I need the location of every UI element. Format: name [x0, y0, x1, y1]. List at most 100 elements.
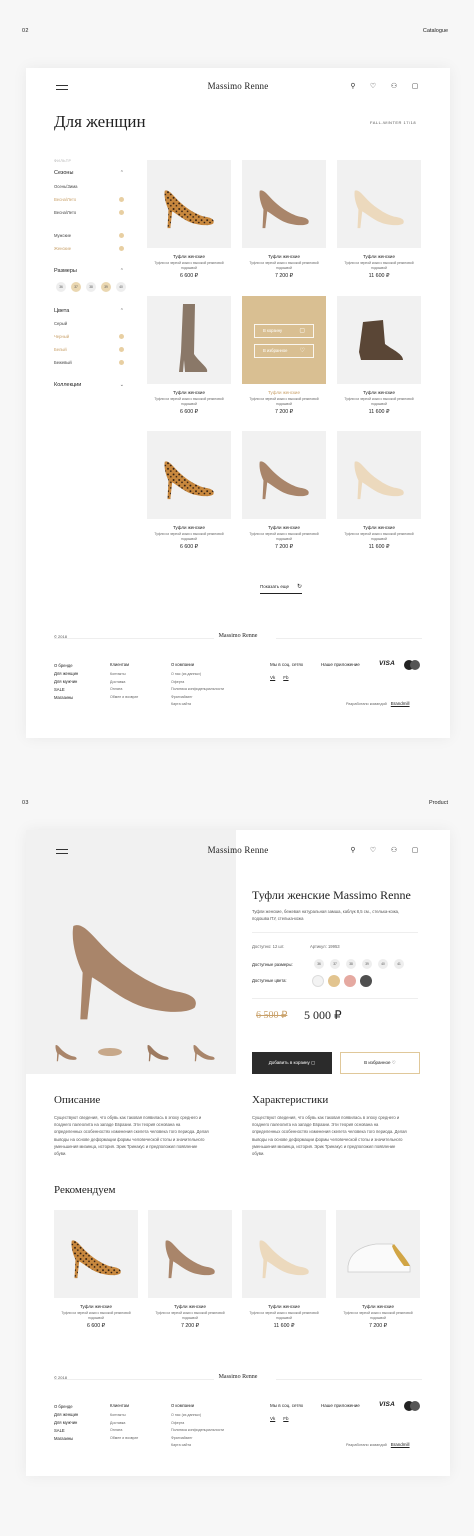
- add-to-favorites-button[interactable]: В избранное ♡: [254, 344, 314, 358]
- brand-logo[interactable]: Massimo Renne: [178, 81, 298, 91]
- footer-logo[interactable]: Massimo Renne: [198, 1374, 278, 1380]
- product-image[interactable]: [242, 431, 326, 519]
- product-image[interactable]: [337, 160, 421, 248]
- footer-link[interactable]: Франчайзинг: [171, 694, 224, 702]
- user-icon[interactable]: ⚇: [389, 846, 399, 856]
- filter-sizes[interactable]: Размеры ⌃: [54, 268, 124, 274]
- heart-icon[interactable]: ♡: [368, 846, 378, 856]
- footer-link[interactable]: Обмен и возврат: [110, 694, 138, 702]
- show-more-button[interactable]: Показать еще ↻: [260, 583, 303, 594]
- filter-option-active[interactable]: Весна/Лето: [54, 197, 124, 202]
- fb-link[interactable]: Fb: [283, 675, 288, 680]
- product-image[interactable]: [147, 431, 231, 519]
- footer-link[interactable]: Карта сайта: [171, 701, 224, 709]
- thumbnail[interactable]: [190, 1038, 218, 1062]
- footer-link[interactable]: Для мужчин: [54, 678, 78, 686]
- thumbnail[interactable]: [144, 1038, 172, 1062]
- product-image[interactable]: [242, 1210, 326, 1298]
- footer-link[interactable]: Оплата: [110, 686, 138, 694]
- size-chip[interactable]: 37: [330, 959, 340, 969]
- size-chip[interactable]: 37: [71, 282, 81, 292]
- footer-link[interactable]: Оплата: [110, 1427, 138, 1435]
- brand-logo[interactable]: Massimo Renne: [178, 845, 298, 855]
- filter-option[interactable]: Мужские: [54, 233, 124, 238]
- thumbnail[interactable]: [96, 1038, 124, 1062]
- footer-link[interactable]: Политика конфиденциальности: [171, 1427, 224, 1435]
- footer-link[interactable]: Оферта: [171, 679, 224, 687]
- filter-option[interactable]: Весна/Лето: [54, 210, 124, 215]
- footer-link[interactable]: Оферта: [171, 1420, 224, 1428]
- filter-option[interactable]: Серый: [54, 321, 124, 326]
- footer-logo[interactable]: Massimo Renne: [198, 633, 278, 639]
- product-image[interactable]: [147, 160, 231, 248]
- footer-link[interactable]: Доставка: [110, 679, 138, 687]
- color-swatch[interactable]: [344, 975, 356, 987]
- fb-link[interactable]: Fb: [283, 1416, 288, 1421]
- size-chip[interactable]: 40: [378, 959, 388, 969]
- add-to-cart-button[interactable]: В корзину ▢: [254, 324, 314, 338]
- footer-link[interactable]: Магазины: [54, 694, 78, 702]
- menu-icon[interactable]: [56, 85, 68, 90]
- footer-link[interactable]: Доставка: [110, 1420, 138, 1428]
- size-chip[interactable]: 39: [362, 959, 372, 969]
- filter-option-active[interactable]: Белый: [54, 347, 124, 352]
- footer-link[interactable]: Магазины: [54, 1435, 78, 1443]
- filter-option-active[interactable]: Черный: [54, 334, 124, 339]
- add-to-favorites-button[interactable]: В избранное ♡: [340, 1052, 420, 1074]
- menu-icon[interactable]: [56, 849, 68, 854]
- size-chip[interactable]: 38: [86, 282, 96, 292]
- footer-link[interactable]: Политика конфиденциальности: [171, 686, 224, 694]
- product-image[interactable]: [147, 296, 231, 384]
- heart-icon[interactable]: ♡: [368, 82, 378, 92]
- bag-icon[interactable]: ▢: [410, 846, 420, 856]
- size-chip[interactable]: 39: [101, 282, 111, 292]
- footer-link[interactable]: О бренде: [54, 662, 78, 670]
- color-swatch[interactable]: [312, 975, 324, 987]
- filter-option[interactable]: Осень/Зима: [54, 184, 124, 189]
- footer-link[interactable]: О нас (из данных): [171, 671, 224, 679]
- developer-link[interactable]: Brandmill: [391, 1442, 410, 1447]
- footer-link[interactable]: Контакты: [110, 671, 138, 679]
- footer-link[interactable]: SALE: [54, 686, 78, 694]
- filter-option[interactable]: Бежевый: [54, 360, 124, 365]
- footer-link[interactable]: Для женщин: [54, 1411, 78, 1419]
- user-icon[interactable]: ⚇: [389, 82, 399, 92]
- footer-link[interactable]: Для мужчин: [54, 1419, 78, 1427]
- footer-link[interactable]: Для женщин: [54, 670, 78, 678]
- footer-link[interactable]: О нас (из данных): [171, 1412, 224, 1420]
- bag-icon[interactable]: ▢: [410, 82, 420, 92]
- product-image-hover[interactable]: В корзину ▢ В избранное ♡: [242, 296, 326, 384]
- product-image[interactable]: [336, 1210, 420, 1298]
- product-image[interactable]: [337, 431, 421, 519]
- vk-link[interactable]: Vk: [270, 675, 275, 680]
- search-icon[interactable]: ⚲: [348, 82, 358, 92]
- footer-link[interactable]: Франчайзинг: [171, 1435, 224, 1443]
- footer-link[interactable]: SALE: [54, 1427, 78, 1435]
- add-to-cart-button[interactable]: Добавить в корзину ▢: [252, 1052, 332, 1074]
- size-chip[interactable]: 36: [56, 282, 66, 292]
- developer-link[interactable]: Brandmill: [391, 701, 410, 706]
- search-icon[interactable]: ⚲: [348, 846, 358, 856]
- size-chip[interactable]: 36: [314, 959, 324, 969]
- product-image[interactable]: [54, 1210, 138, 1298]
- size-chip[interactable]: 38: [346, 959, 356, 969]
- footer-link[interactable]: Контакты: [110, 1412, 138, 1420]
- color-swatch[interactable]: [360, 975, 372, 987]
- size-chip[interactable]: 41: [394, 959, 404, 969]
- color-swatch[interactable]: [328, 975, 340, 987]
- filter-collections[interactable]: Коллекции ⌄: [54, 382, 124, 388]
- size-chip[interactable]: 40: [116, 282, 126, 292]
- footer-link[interactable]: Обмен и возврат: [110, 1435, 138, 1443]
- filter-colors[interactable]: Цвета ⌃: [54, 308, 124, 314]
- footer-link[interactable]: Карта сайта: [171, 1442, 224, 1450]
- catalogue-card: Massimo Renne ⚲ ♡ ⚇ ▢ Для женщин FALL-WI…: [26, 68, 450, 738]
- footer-link[interactable]: О бренде: [54, 1403, 78, 1411]
- thumbnail[interactable]: [52, 1038, 80, 1062]
- filter-option-active[interactable]: Женские: [54, 246, 124, 251]
- shoe-beige-pump: [354, 461, 404, 500]
- vk-link[interactable]: Vk: [270, 1416, 275, 1421]
- product-image[interactable]: [148, 1210, 232, 1298]
- filter-seasons[interactable]: Сезоны ⌃: [54, 170, 124, 176]
- product-image[interactable]: [337, 296, 421, 384]
- product-image[interactable]: [242, 160, 326, 248]
